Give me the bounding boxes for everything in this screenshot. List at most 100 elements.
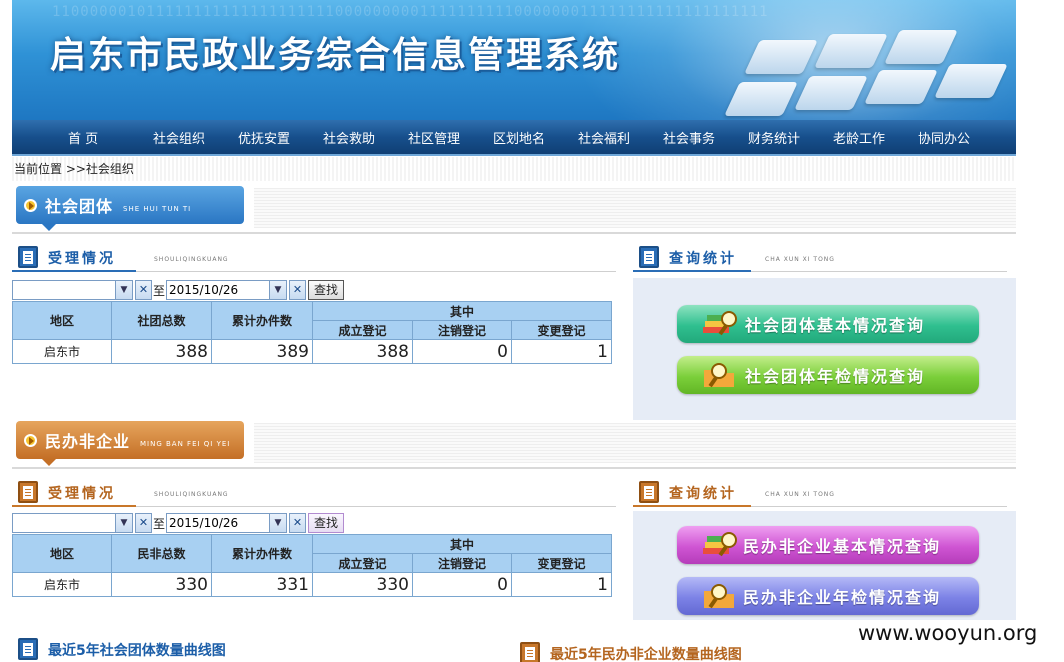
cell-total: 330 [111, 572, 212, 597]
cell-total: 388 [111, 339, 212, 364]
cell-established: 330 [312, 572, 413, 597]
table-row: 启东市 388 389 388 0 1 [12, 339, 612, 364]
accept-status-header: 受理情况 SHOULIQINGKUANG [12, 242, 616, 272]
accept-status-title: 受理情况 [48, 486, 116, 502]
watermark: www.wooyun.org [858, 621, 1038, 645]
chart-header-social-groups: 最近5年社会团体数量曲线图 [12, 634, 488, 662]
social-group-basic-query-button[interactable]: 社会团体基本情况查询 [677, 305, 979, 343]
section-title: 民办非企业 [45, 432, 131, 451]
start-date-dropdown-icon[interactable]: ▼ [116, 280, 133, 300]
header-banner: 1100000010111111111111111111110000000001… [12, 0, 1016, 120]
col-established: 成立登记 [312, 320, 413, 340]
system-title: 启东市民政业务综合信息管理系统 [50, 35, 621, 76]
start-date-clear-icon[interactable]: ✕ [135, 280, 152, 300]
col-changed: 变更登记 [511, 553, 612, 573]
nav-item-community[interactable]: 社区管理 [408, 128, 493, 147]
nav-item-home[interactable]: 首 页 [68, 128, 153, 147]
section-ribbon: 社会团体 SHE HUI TUN TI [16, 186, 244, 231]
cell-changed: 1 [511, 339, 612, 364]
col-cases: 累计办件数 [211, 534, 313, 573]
col-total: 社团总数 [111, 301, 212, 340]
query-stats-title: 查询统计 [669, 251, 737, 267]
nav-item-social-affairs[interactable]: 社会事务 [663, 128, 748, 147]
search-button[interactable]: 查找 [308, 280, 345, 300]
nonenterprise-annual-query-button[interactable]: 民办非企业年检情况查询 [677, 577, 979, 615]
button-label: 社会团体年检情况查询 [745, 367, 926, 386]
query-stats-header: 查询统计 CHA XUN XI TONG [633, 477, 1007, 507]
col-cancelled: 注销登记 [412, 320, 512, 340]
col-group: 其中 [312, 534, 612, 554]
arrow-bullet-icon [24, 198, 37, 212]
col-cancelled: 注销登记 [412, 553, 512, 573]
start-date-input[interactable] [12, 280, 116, 300]
nav-item-place-names[interactable]: 区划地名 [493, 128, 578, 147]
nav-item-welfare[interactable]: 社会福利 [578, 128, 663, 147]
query-panel-private-nonenterprise: 民办非企业基本情况查询 民办非企业年检情况查询 [633, 511, 1016, 620]
section-title: 社会团体 [45, 197, 114, 216]
nav-item-preferential[interactable]: 优抚安置 [238, 128, 323, 147]
document-icon [18, 481, 38, 503]
end-date-input[interactable] [166, 280, 271, 300]
accept-status-pinyin: SHOULIQINGKUANG [154, 256, 229, 263]
nav-item-elderly[interactable]: 老龄工作 [833, 128, 918, 147]
cell-cancelled: 0 [412, 572, 512, 597]
nav-item-social-org[interactable]: 社会组织 [153, 128, 238, 147]
col-region: 地区 [12, 301, 112, 340]
col-cases: 累计办件数 [211, 301, 313, 340]
chart-header-private-nonenterprise: 最近5年民办非企业数量曲线图 [514, 638, 814, 662]
table-row: 启东市 330 331 330 0 1 [12, 572, 612, 597]
document-icon [639, 481, 659, 503]
end-date-input[interactable] [166, 513, 271, 533]
section-private-nonenterprise-header: 民办非企业 MING BAN FEI QI YEI [12, 421, 1016, 469]
breadcrumb: 当前位置 >>社会组织 [12, 157, 1016, 181]
start-date-input[interactable] [12, 513, 116, 533]
nav-item-finance[interactable]: 财务统计 [748, 128, 833, 147]
banner-keyboard-image [712, 30, 1012, 120]
button-label: 社会团体基本情况查询 [745, 316, 926, 335]
cell-region: 启东市 [12, 339, 112, 364]
main-nav: 首 页 社会组织 优抚安置 社会救助 社区管理 区划地名 社会福利 社会事务 财… [12, 120, 1016, 156]
button-label: 民办非企业基本情况查询 [743, 537, 942, 556]
document-icon [18, 246, 38, 268]
date-filter: ▼ ✕ 至 ▼ ✕ 查找 [12, 512, 345, 534]
private-nonenterprise-table: 地区 民非总数 累计办件数 其中 成立登记 注销登记 变更登记 启东市 330 … [12, 534, 612, 597]
chart-title: 最近5年民办非企业数量曲线图 [550, 647, 742, 662]
cell-changed: 1 [511, 572, 612, 597]
query-stats-pinyin: CHA XUN XI TONG [765, 256, 835, 263]
cell-established: 388 [312, 339, 413, 364]
start-date-dropdown-icon[interactable]: ▼ [116, 513, 133, 533]
books-magnifier-icon [703, 532, 737, 557]
cell-cancelled: 0 [412, 339, 512, 364]
end-date-dropdown-icon[interactable]: ▼ [270, 280, 288, 300]
section-ribbon: 民办非企业 MING BAN FEI QI YEI [16, 421, 244, 466]
start-date-clear-icon[interactable]: ✕ [135, 513, 152, 533]
social-group-annual-query-button[interactable]: 社会团体年检情况查询 [677, 356, 979, 394]
end-date-clear-icon[interactable]: ✕ [289, 513, 307, 533]
range-separator: 至 [153, 283, 166, 298]
search-button[interactable]: 查找 [308, 513, 345, 533]
document-icon [520, 642, 540, 662]
button-label: 民办非企业年检情况查询 [743, 588, 942, 607]
accept-status-header: 受理情况 SHOULIQINGKUANG [12, 477, 616, 507]
social-groups-table: 地区 社团总数 累计办件数 其中 成立登记 注销登记 变更登记 启东市 388 … [12, 301, 612, 364]
nav-item-office[interactable]: 协同办公 [918, 128, 1003, 147]
cell-cases: 331 [211, 572, 313, 597]
col-group: 其中 [312, 301, 612, 321]
folder-magnifier-icon [704, 584, 734, 609]
cell-region: 启东市 [12, 572, 112, 597]
end-date-dropdown-icon[interactable]: ▼ [270, 513, 288, 533]
col-changed: 变更登记 [511, 320, 612, 340]
query-panel-social-groups: 社会团体基本情况查询 社会团体年检情况查询 [633, 278, 1016, 420]
section-pinyin: MING BAN FEI QI YEI [140, 440, 231, 448]
col-region: 地区 [12, 534, 112, 573]
arrow-bullet-icon [24, 433, 37, 447]
section-social-groups-header: 社会团体 SHE HUI TUN TI [12, 186, 1016, 234]
end-date-clear-icon[interactable]: ✕ [289, 280, 307, 300]
nonenterprise-basic-query-button[interactable]: 民办非企业基本情况查询 [677, 526, 979, 564]
nav-item-social-assistance[interactable]: 社会救助 [323, 128, 408, 147]
col-total: 民非总数 [111, 534, 212, 573]
chart-title: 最近5年社会团体数量曲线图 [48, 643, 226, 659]
col-established: 成立登记 [312, 553, 413, 573]
query-stats-title: 查询统计 [669, 486, 737, 502]
folder-magnifier-icon [704, 363, 734, 388]
